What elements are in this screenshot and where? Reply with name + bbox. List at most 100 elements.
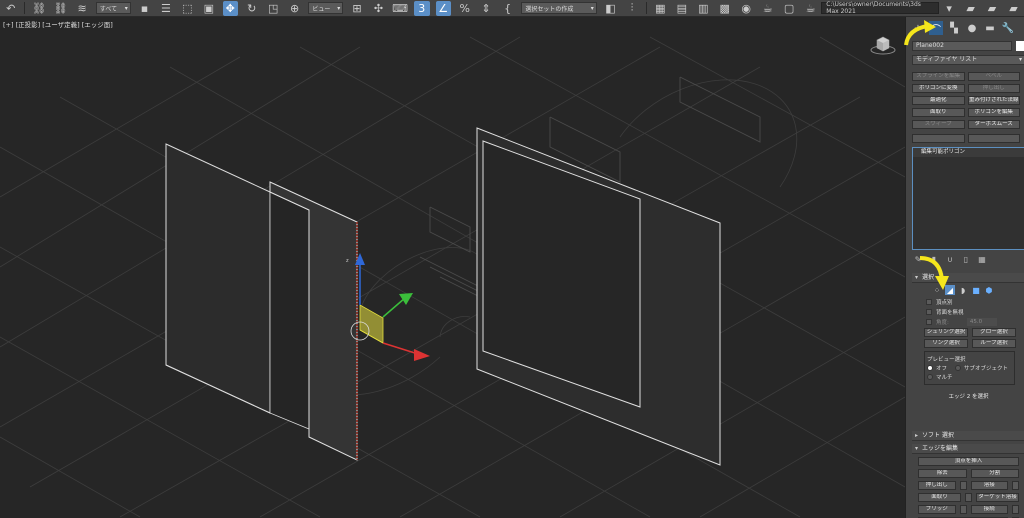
- spinner-snap-icon[interactable]: ⇕: [478, 1, 493, 16]
- by-angle-checkbox[interactable]: [926, 319, 932, 325]
- shrink-button[interactable]: シュリンク選択: [924, 328, 968, 337]
- material-editor-icon[interactable]: ◉: [738, 1, 753, 16]
- weld-button[interactable]: 溶接: [970, 481, 1008, 490]
- align-icon[interactable]: ⫶: [624, 1, 639, 16]
- extrude-button[interactable]: 押し出し: [918, 481, 956, 490]
- select-by-name-icon[interactable]: ☰: [158, 1, 173, 16]
- by-vertex-option[interactable]: 頂点別: [912, 297, 1024, 307]
- remove-button[interactable]: 除去: [918, 469, 967, 478]
- object-color-swatch[interactable]: [1016, 41, 1024, 51]
- named-selection-dropdown[interactable]: 選択セットの作成 ▾: [521, 2, 597, 14]
- angle-snap-icon[interactable]: ∠: [435, 0, 451, 16]
- modifier-button[interactable]: ターボスムーズ: [967, 120, 1020, 129]
- connect-settings-icon[interactable]: [1012, 505, 1019, 514]
- empty-modifier-button[interactable]: [912, 134, 965, 143]
- polygon-level-icon[interactable]: ■: [971, 285, 981, 295]
- rendered-frame-window-icon[interactable]: ▢: [781, 1, 796, 16]
- link-icon[interactable]: ⛓: [31, 1, 46, 16]
- edit-named-selection-icon[interactable]: {: [500, 1, 515, 16]
- snap-toggle-icon[interactable]: 3: [414, 0, 430, 16]
- ring-button[interactable]: リング選択: [924, 339, 968, 348]
- modifier-stack[interactable]: 編集可能ポリゴン: [912, 147, 1024, 250]
- pivot-center-icon[interactable]: ⊞: [349, 1, 364, 16]
- empty-modifier-button[interactable]: [967, 134, 1020, 143]
- mirror-icon[interactable]: ◧: [603, 1, 618, 16]
- edit-edges-title[interactable]: エッジを編集: [912, 444, 1024, 454]
- by-angle-option[interactable]: 角度: 45.0: [912, 317, 1024, 327]
- bridge-settings-icon[interactable]: [959, 505, 967, 514]
- percent-snap-icon[interactable]: %: [457, 1, 472, 16]
- modifier-button[interactable]: ポリゴンに変換: [912, 84, 965, 93]
- modifier-list-dropdown[interactable]: モディファイヤ リスト ▾: [912, 55, 1024, 65]
- chamfer-settings-icon[interactable]: [965, 493, 972, 502]
- connect-button[interactable]: 接続: [970, 505, 1008, 514]
- element-level-icon[interactable]: ⬢: [984, 285, 994, 295]
- select-and-scale-icon[interactable]: ◳: [265, 1, 280, 16]
- preview-multi-radio[interactable]: [927, 373, 933, 380]
- right-window-panel[interactable]: [476, 127, 721, 466]
- insert-vertex-button[interactable]: 頂点を挿入: [918, 457, 1019, 466]
- modifier-button[interactable]: ポリゴンを編集: [967, 108, 1020, 117]
- modifier-button[interactable]: スウィープ: [912, 120, 965, 129]
- weld-settings-icon[interactable]: [1012, 481, 1019, 490]
- hierarchy-tab-icon[interactable]: ▚: [947, 21, 961, 35]
- selection-filter-dropdown[interactable]: すべて ▾: [95, 2, 131, 14]
- viewcube-icon[interactable]: [870, 33, 896, 55]
- stack-item-editable-poly[interactable]: 編集可能ポリゴン: [913, 148, 1024, 157]
- modifier-button[interactable]: 面取り: [912, 108, 965, 117]
- grow-button[interactable]: グロー選択: [972, 328, 1016, 337]
- modifier-button[interactable]: スプラインを編集: [912, 72, 965, 81]
- toggle-ribbon-icon[interactable]: ▥: [696, 1, 711, 16]
- ignore-backfacing-checkbox[interactable]: [926, 309, 932, 315]
- modifier-button[interactable]: 押し出し: [967, 84, 1020, 93]
- bridge-button[interactable]: ブリッジ: [918, 505, 956, 514]
- keyboard-shortcut-override-icon[interactable]: ⌨: [392, 1, 408, 16]
- layer-explorer-icon[interactable]: ▤: [674, 1, 689, 16]
- preview-off-radio[interactable]: [927, 364, 933, 371]
- soft-selection-title[interactable]: ソフト 選択: [912, 431, 1024, 441]
- chamfer-button[interactable]: 面取り: [918, 493, 961, 502]
- by-vertex-checkbox[interactable]: [926, 299, 932, 305]
- modifier-button[interactable]: ベベル: [967, 72, 1020, 81]
- display-tab-icon[interactable]: ▬: [983, 21, 997, 35]
- remove-modifier-icon[interactable]: ▯: [960, 254, 972, 264]
- viewport-label[interactable]: [+] [正投影] [ユーザ定義] [エッジ面]: [3, 19, 113, 29]
- select-and-place-icon[interactable]: ⊕: [287, 1, 302, 16]
- loop-button[interactable]: ループ選択: [972, 339, 1016, 348]
- configure-modifier-sets-icon[interactable]: ▦: [976, 254, 988, 264]
- bind-spacewarp-icon[interactable]: ≋: [74, 1, 89, 16]
- angle-value-field[interactable]: 45.0: [966, 318, 997, 326]
- scene-explorer-icon[interactable]: ▦: [653, 1, 668, 16]
- extrude-settings-icon[interactable]: [959, 481, 967, 490]
- ignore-backfacing-option[interactable]: 背面を無視: [912, 307, 1024, 317]
- split-button[interactable]: 分割: [970, 469, 1019, 478]
- left-wall-panel[interactable]: [165, 143, 310, 430]
- curve-editor-icon[interactable]: ▩: [717, 1, 732, 16]
- render-setup-icon[interactable]: ☕: [760, 1, 775, 16]
- preview-subobject-radio[interactable]: [955, 364, 962, 371]
- rectangular-selection-icon[interactable]: ⬚: [180, 1, 195, 16]
- modifier-button[interactable]: 重み付けされた法線: [967, 96, 1020, 105]
- folder-set-icon[interactable]: ▰: [1006, 1, 1021, 16]
- select-object-icon[interactable]: ▪: [137, 1, 152, 16]
- select-and-rotate-icon[interactable]: ↻: [244, 1, 259, 16]
- border-level-icon[interactable]: ◗: [958, 285, 968, 295]
- folder-icon[interactable]: ▰: [963, 1, 978, 16]
- modifier-button[interactable]: 最適化: [912, 96, 965, 105]
- unlink-icon[interactable]: ⛓: [53, 1, 68, 16]
- render-production-icon[interactable]: ☕: [803, 1, 818, 16]
- select-and-move-icon[interactable]: ✥: [222, 0, 238, 16]
- target-weld-button[interactable]: ターゲット溶接: [976, 493, 1019, 502]
- utilities-tab-icon[interactable]: 🔧: [1001, 21, 1015, 35]
- window-crossing-icon[interactable]: ▣: [201, 1, 216, 16]
- reference-coordinate-dropdown[interactable]: ビュー ▾: [308, 2, 344, 14]
- motion-tab-icon[interactable]: ●: [965, 21, 979, 35]
- undo-icon[interactable]: ↶: [3, 1, 18, 16]
- perspective-viewport[interactable]: z [+] [正投影] [ユーザ定義] [エッジ面]: [0, 17, 905, 518]
- project-path-display[interactable]: C:\Users\owner\Documents\3ds Max 2021: [821, 1, 940, 15]
- chevron-down-icon[interactable]: ▾: [941, 1, 956, 16]
- select-manipulate-icon[interactable]: ✣: [371, 1, 386, 16]
- move-gizmo[interactable]: z: [346, 253, 430, 361]
- folder-open-icon[interactable]: ▰: [984, 1, 999, 16]
- preview-off-label: オフ: [936, 365, 948, 372]
